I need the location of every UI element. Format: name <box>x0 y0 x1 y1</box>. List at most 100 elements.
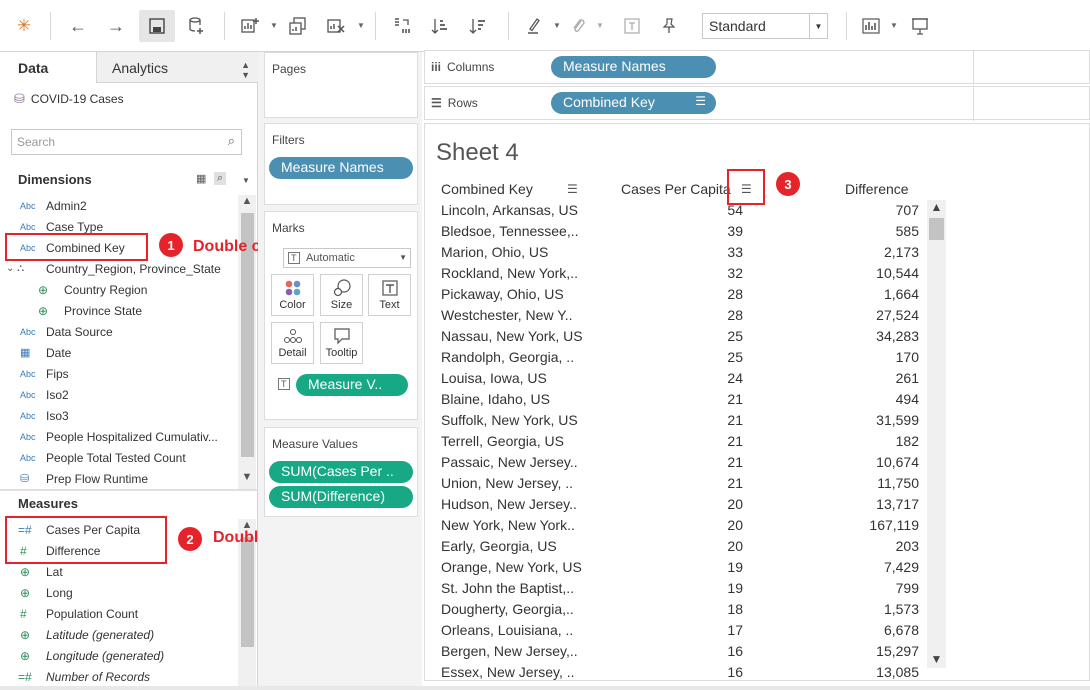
chevron-down-icon[interactable]: ▼ <box>270 21 278 30</box>
field-number-of-records[interactable]: =# Number of Records <box>0 666 236 687</box>
table-row[interactable]: Lincoln, Arkansas, US 54 707 <box>437 199 927 220</box>
table-row[interactable]: Marion, Ohio, US 33 2,173 <box>437 241 927 262</box>
text-button[interactable]: Text <box>368 274 411 316</box>
fit-select[interactable]: Standard ▼ <box>702 13 828 39</box>
filters-card[interactable]: Filters Measure Names <box>264 123 418 205</box>
field-admin2[interactable]: Abc Admin2 <box>0 195 236 216</box>
find-field-icon[interactable]: ⌕ <box>214 172 227 185</box>
table-row[interactable]: Early, Georgia, US 20 203 <box>437 535 927 556</box>
chevron-down-icon[interactable]: ▼ <box>890 21 898 30</box>
show-labels-icon[interactable] <box>620 10 644 42</box>
worksheet-view[interactable]: Sheet 4 Combined Key ☰ Cases Per Capita … <box>424 123 1090 681</box>
search-icon[interactable]: ⌕ <box>228 133 235 149</box>
scroll-thumb[interactable] <box>929 218 944 240</box>
field-hierarchy-country-province[interactable]: ⌄ ⛬ Country_Region, Province_State <box>0 258 236 279</box>
duplicate-sheet-icon[interactable] <box>284 10 312 42</box>
new-worksheet-icon[interactable] <box>236 10 264 42</box>
chevron-down-icon[interactable]: ▼ <box>357 21 365 30</box>
search-input[interactable]: Search ⌕ <box>11 129 242 155</box>
scroll-down-icon[interactable]: ▼ <box>927 652 946 666</box>
size-button[interactable]: Size <box>320 274 363 316</box>
sort-descending-icon[interactable] <box>464 10 492 42</box>
mark-type-select[interactable]: T Automatic ▼ <box>283 248 411 268</box>
rows-pill-combined-key[interactable]: Combined Key ☰ <box>551 92 716 114</box>
mv-pill-cases-per-capita[interactable]: SUM(Cases Per .. <box>269 461 413 483</box>
field-population-count[interactable]: # Population Count <box>0 603 236 624</box>
header-difference[interactable]: Difference <box>845 181 909 197</box>
header-cases-per-capita[interactable]: Cases Per Capita <box>621 181 731 197</box>
marks-card[interactable]: Marks T Automatic ▼ Color Size Text Deta… <box>264 211 418 420</box>
field-prep-flow-runtime[interactable]: ⛁ Prep Flow Runtime <box>0 468 236 489</box>
view-toggle-icon[interactable]: ▦ <box>196 172 206 185</box>
field-latitude-generated[interactable]: ⊕ Latitude (generated) <box>0 624 236 645</box>
tab-data[interactable]: Data <box>0 52 96 83</box>
table-row[interactable]: Hudson, New Jersey.. 20 13,717 <box>437 493 927 514</box>
measure-values-card[interactable]: Measure Values SUM(Cases Per .. SUM(Diff… <box>264 427 418 517</box>
pages-card[interactable]: Pages <box>264 52 418 118</box>
save-icon[interactable] <box>139 10 175 42</box>
scroll-up-icon[interactable]: ▲ <box>238 195 256 207</box>
chevron-down-icon[interactable]: ▼ <box>553 21 561 30</box>
field-data-source[interactable]: Abc Data Source <box>0 321 236 342</box>
chevron-down-icon[interactable]: ▼ <box>596 21 604 30</box>
tableau-logo-icon[interactable]: ✳ <box>10 10 38 42</box>
columns-pill-measure-names[interactable]: Measure Names <box>551 56 716 78</box>
table-row[interactable]: Terrell, Georgia, US 21 182 <box>437 430 927 451</box>
view-scrollbar[interactable]: ▲ ▼ <box>927 200 946 668</box>
table-row[interactable]: Pickaway, Ohio, US 28 1,664 <box>437 283 927 304</box>
sort-ascending-icon[interactable] <box>426 10 454 42</box>
table-row[interactable]: Rockland, New York,.. 32 10,544 <box>437 262 927 283</box>
marks-pill-measure-values[interactable]: Measure V.. <box>296 374 408 396</box>
rows-shelf[interactable]: ☰ Rows Combined Key ☰ <box>424 86 1090 121</box>
show-me-icon[interactable] <box>858 10 884 42</box>
table-row[interactable]: Westchester, New Y.. 28 27,524 <box>437 304 927 325</box>
new-datasource-icon[interactable] <box>181 10 211 42</box>
datasource-item[interactable]: ⛁ COVID-19 Cases <box>14 91 124 107</box>
table-row[interactable]: Passaic, New Jersey.. 21 10,674 <box>437 451 927 472</box>
field-people-hospitalized[interactable]: Abc People Hospitalized Cumulativ... <box>0 426 236 447</box>
mv-pill-difference[interactable]: SUM(Difference) <box>269 486 413 508</box>
table-row[interactable]: New York, New York.. 20 167,119 <box>437 514 927 535</box>
highlight-icon[interactable] <box>522 10 546 42</box>
table-row[interactable]: Bledsoe, Tennessee,.. 39 585 <box>437 220 927 241</box>
tooltip-button[interactable]: Tooltip <box>320 322 363 364</box>
field-iso3[interactable]: Abc Iso3 <box>0 405 236 426</box>
presentation-icon[interactable] <box>906 10 934 42</box>
pin-icon[interactable] <box>657 10 681 42</box>
clear-sheet-icon[interactable] <box>322 10 350 42</box>
table-row[interactable]: Orange, New York, US 19 7,429 <box>437 556 927 577</box>
detail-button[interactable]: Detail <box>271 322 314 364</box>
table-row[interactable]: Louisa, Iowa, US 24 261 <box>437 367 927 388</box>
field-province-state[interactable]: ⊕ Province State <box>0 300 236 321</box>
field-fips[interactable]: Abc Fips <box>0 363 236 384</box>
field-country-region[interactable]: ⊕ Country Region <box>0 279 236 300</box>
field-date[interactable]: ▦ Date <box>0 342 236 363</box>
field-iso2[interactable]: Abc Iso2 <box>0 384 236 405</box>
table-row[interactable]: Dougherty, Georgia,.. 18 1,573 <box>437 598 927 619</box>
chevron-down-icon[interactable]: ▼ <box>242 176 250 185</box>
table-row[interactable]: Blaine, Idaho, US 21 494 <box>437 388 927 409</box>
sort-icon[interactable]: ☰ <box>567 182 578 196</box>
scroll-down-icon[interactable]: ▼ <box>238 471 256 483</box>
back-icon[interactable]: ← <box>63 10 93 42</box>
table-row[interactable]: St. John the Baptist,.. 19 799 <box>437 577 927 598</box>
tab-scroll-icon[interactable]: ▲ ▼ <box>241 60 250 80</box>
table-row[interactable]: Randolph, Georgia, .. 25 170 <box>437 346 927 367</box>
color-button[interactable]: Color <box>271 274 314 316</box>
scroll-thumb[interactable] <box>241 537 254 647</box>
filter-pill-measure-names[interactable]: Measure Names <box>269 157 413 179</box>
scroll-up-icon[interactable]: ▲ <box>927 200 946 214</box>
field-longitude-generated[interactable]: ⊕ Longitude (generated) <box>0 645 236 666</box>
table-row[interactable]: Essex, New Jersey, .. 16 13,085 <box>437 661 927 682</box>
table-row[interactable]: Suffolk, New York, US 21 31,599 <box>437 409 927 430</box>
columns-shelf[interactable]: iii Columns Measure Names <box>424 50 1090 85</box>
sheet-title[interactable]: Sheet 4 <box>436 139 519 167</box>
group-icon[interactable] <box>566 10 590 42</box>
field-people-total-tested[interactable]: Abc People Total Tested Count <box>0 447 236 468</box>
forward-icon[interactable]: → <box>101 10 131 42</box>
table-row[interactable]: Orleans, Louisiana, .. 17 6,678 <box>437 619 927 640</box>
header-combined-key[interactable]: Combined Key <box>441 181 533 197</box>
swap-axes-icon[interactable] <box>388 10 416 42</box>
field-lat[interactable]: ⊕ Lat <box>0 561 236 582</box>
table-row[interactable]: Union, New Jersey, .. 21 11,750 <box>437 472 927 493</box>
